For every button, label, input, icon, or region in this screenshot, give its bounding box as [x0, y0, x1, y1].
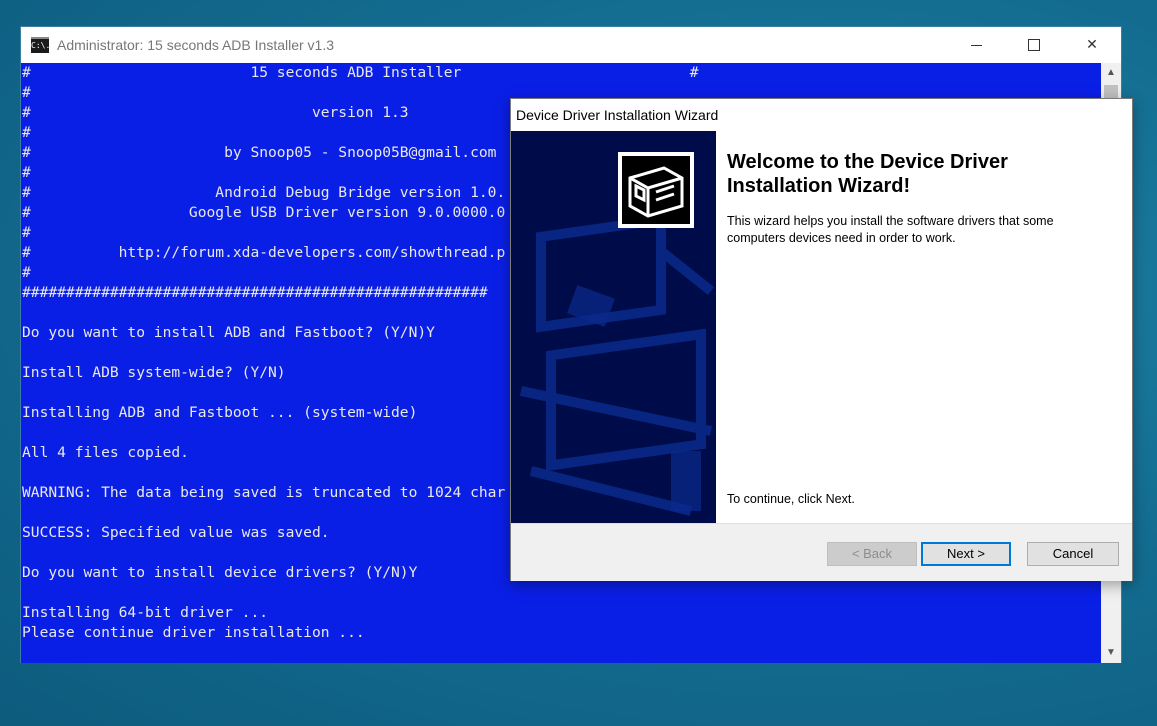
next-button[interactable]: Next >: [921, 542, 1011, 566]
scroll-down-arrow-icon[interactable]: ▼: [1101, 643, 1121, 663]
wizard-continue-text: To continue, click Next.: [727, 492, 855, 506]
minimize-button[interactable]: [947, 27, 1005, 63]
scroll-thumb[interactable]: [1104, 85, 1118, 99]
console-line: # 15 seconds ADB Installer #: [22, 64, 699, 81]
driver-box-icon: [618, 152, 694, 228]
maximize-button[interactable]: [1005, 27, 1063, 63]
close-button[interactable]: ✕: [1063, 27, 1121, 63]
cancel-button[interactable]: Cancel: [1027, 542, 1119, 566]
wizard-content: Welcome to the Device Driver Installatio…: [716, 131, 1132, 523]
console-app-icon: C:\.: [31, 37, 50, 53]
console-titlebar[interactable]: C:\. Administrator: 15 seconds ADB Insta…: [21, 27, 1121, 63]
wizard-titlebar[interactable]: Device Driver Installation Wizard: [511, 99, 1132, 131]
console-line: Installing 64-bit driver ...: [22, 604, 269, 621]
console-title: Administrator: 15 seconds ADB Installer …: [57, 37, 335, 53]
wizard-sidebar-banner: [511, 131, 716, 523]
window-controls: ✕: [947, 27, 1121, 63]
scroll-up-arrow-icon[interactable]: ▲: [1101, 63, 1121, 83]
close-icon: ✕: [1086, 37, 1098, 53]
wizard-heading: Welcome to the Device Driver Installatio…: [727, 151, 1008, 197]
maximize-icon: [1028, 39, 1040, 51]
hardware-icon-graphic: [622, 156, 690, 224]
console-line: Please continue driver installation ...: [22, 624, 365, 641]
wizard-description: This wizard helps you install the softwa…: [727, 214, 1054, 245]
minimize-icon: [970, 44, 982, 46]
back-button[interactable]: < Back: [827, 542, 917, 566]
driver-wizard-dialog: Device Driver Installation Wizard Welcom…: [510, 98, 1133, 581]
wizard-footer: < Back Next > Cancel: [511, 523, 1132, 581]
